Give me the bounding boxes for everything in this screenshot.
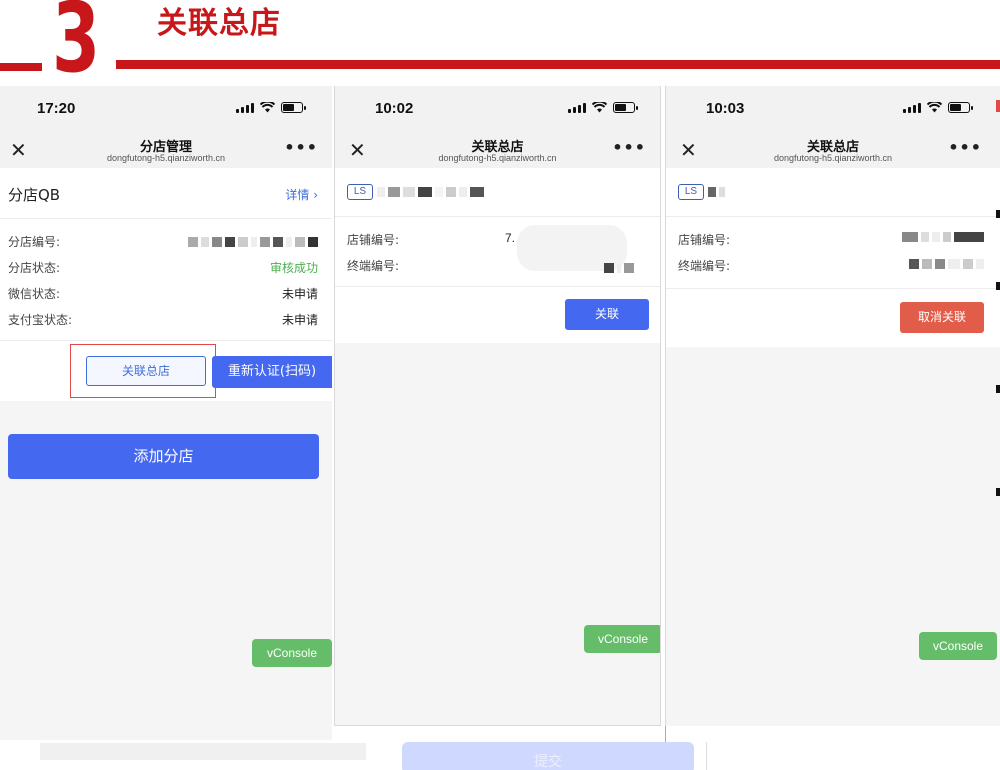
store-name: 分店QB bbox=[8, 186, 61, 204]
vconsole-button[interactable]: vConsole bbox=[919, 632, 997, 660]
terminal-id-redacted bbox=[909, 259, 984, 269]
status-icons bbox=[903, 102, 973, 113]
terminal-id-redacted bbox=[604, 263, 634, 273]
status-time: 10:02 bbox=[375, 100, 414, 117]
phone-screen-unlink-head-store: 10:03 ✕ 关联总店 dongfutong-h5.qianziworth.c… bbox=[665, 86, 1000, 726]
more-icon[interactable]: ••• bbox=[612, 138, 646, 157]
phone-screen-branch-management: 17:20 ✕ 分店管理 dongfutong-h5.qianziworth.c… bbox=[0, 86, 332, 740]
status-icons bbox=[568, 102, 638, 113]
signal-icon bbox=[236, 102, 254, 113]
nav-bar: ✕ 关联总店 dongfutong-h5.qianziworth.cn ••• bbox=[666, 132, 1000, 168]
store-id-value: 7. bbox=[505, 231, 516, 245]
vconsole-button[interactable]: vConsole bbox=[584, 625, 660, 653]
step-title: 关联总店 bbox=[157, 6, 281, 41]
store-header-card: LS bbox=[335, 168, 660, 216]
divider bbox=[665, 726, 666, 742]
store-name-redacted bbox=[708, 187, 725, 197]
faded-strip bbox=[40, 743, 366, 760]
submit-button[interactable]: 提交 bbox=[402, 742, 694, 770]
terminal-id-label: 终端编号: bbox=[678, 259, 731, 273]
highlight-box bbox=[70, 344, 216, 398]
branch-id-label: 分店编号: bbox=[8, 235, 61, 249]
branch-status-value: 审核成功 bbox=[269, 261, 318, 275]
wifi-icon bbox=[592, 102, 607, 113]
store-info-card: 分店编号: 分店状态: 审核成功 微信状态: 未申请 支付宝状态: 未申请 bbox=[0, 219, 332, 340]
header-rule-left bbox=[0, 63, 42, 71]
unlink-button[interactable]: 取消关联 bbox=[900, 302, 984, 333]
edge-mark bbox=[996, 488, 1000, 496]
edge-mark bbox=[996, 385, 1000, 393]
status-bar: 10:03 bbox=[666, 86, 1000, 132]
link-button[interactable]: 关联 bbox=[565, 299, 649, 330]
store-header-card: 分店QB 详情 › bbox=[0, 168, 332, 218]
signal-icon bbox=[568, 102, 586, 113]
edge-mark bbox=[996, 282, 1000, 290]
store-id-redacted bbox=[902, 232, 984, 242]
edge-mark bbox=[996, 210, 1000, 218]
phone-screen-link-head-store: 10:02 ✕ 关联总店 dongfutong-h5.qianziworth.c… bbox=[334, 86, 661, 726]
add-branch-button[interactable]: 添加分店 bbox=[8, 434, 319, 479]
signal-icon bbox=[903, 102, 921, 113]
nav-bar: ✕ 关联总店 dongfutong-h5.qianziworth.cn ••• bbox=[335, 132, 660, 168]
action-card: 关联总店 重新认证(扫码) bbox=[0, 341, 332, 401]
detail-link[interactable]: 详情 › bbox=[285, 186, 318, 203]
alipay-status-label: 支付宝状态: bbox=[8, 313, 73, 327]
ls-badge: LS bbox=[678, 184, 704, 200]
branch-id-redacted bbox=[188, 237, 318, 247]
battery-icon bbox=[948, 102, 973, 113]
status-bar: 17:20 bbox=[0, 86, 332, 132]
action-card: 取消关联 bbox=[666, 289, 1000, 347]
edge-mark-red bbox=[996, 100, 1000, 112]
status-time: 17:20 bbox=[37, 100, 76, 117]
battery-icon bbox=[281, 102, 306, 113]
store-name-redacted bbox=[377, 187, 484, 197]
vconsole-button[interactable]: vConsole bbox=[252, 639, 332, 667]
ls-badge: LS bbox=[347, 184, 373, 200]
step-number: 3 bbox=[52, 0, 101, 94]
nav-bar: ✕ 分店管理 dongfutong-h5.qianziworth.cn ••• bbox=[0, 132, 332, 168]
reverify-scan-button[interactable]: 重新认证(扫码) bbox=[212, 356, 332, 388]
wifi-icon bbox=[927, 102, 942, 113]
action-card: 关联 bbox=[335, 287, 660, 343]
store-info-card: 店铺编号: 7. 终端编号: bbox=[335, 217, 660, 286]
header-rule-right bbox=[116, 60, 1000, 69]
store-header-card: LS bbox=[666, 168, 1000, 216]
status-bar: 10:02 bbox=[335, 86, 660, 132]
status-time: 10:03 bbox=[706, 100, 745, 117]
store-info-card: 店铺编号: 终端编号: bbox=[666, 217, 1000, 288]
nav-url: dongfutong-h5.qianziworth.cn bbox=[106, 153, 226, 163]
battery-icon bbox=[613, 102, 638, 113]
wechat-status-value: 未申请 bbox=[281, 287, 318, 301]
store-id-label: 店铺编号: bbox=[347, 233, 400, 247]
wifi-icon bbox=[260, 102, 275, 113]
more-icon[interactable]: ••• bbox=[284, 138, 318, 157]
nav-url: dongfutong-h5.qianziworth.cn bbox=[438, 153, 557, 163]
alipay-status-value: 未申请 bbox=[281, 313, 318, 327]
terminal-id-label: 终端编号: bbox=[347, 259, 400, 273]
status-icons bbox=[236, 102, 306, 113]
more-icon[interactable]: ••• bbox=[948, 138, 982, 157]
wechat-status-label: 微信状态: bbox=[8, 287, 61, 301]
store-id-label: 店铺编号: bbox=[678, 233, 731, 247]
branch-status-label: 分店状态: bbox=[8, 261, 61, 275]
divider bbox=[706, 742, 707, 770]
